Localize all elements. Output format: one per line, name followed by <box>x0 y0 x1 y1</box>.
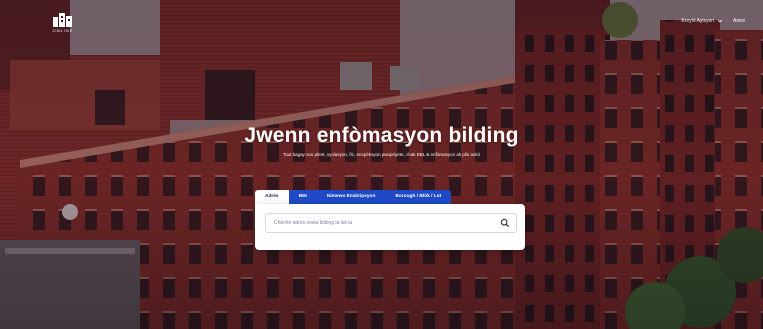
hero-overlay <box>0 0 763 329</box>
language-label: Kreyòl Ayisyen <box>681 18 715 24</box>
tab-address[interactable]: Adrès <box>255 190 289 204</box>
sign-in-link[interactable]: Antre <box>733 18 745 24</box>
tab-registration-number[interactable]: Nimewo Enskripsyon <box>316 190 386 204</box>
tab-borough-block-lot[interactable]: Borough / Blòk / Lot <box>385 190 452 204</box>
logo-subtext: ONLINE <box>52 28 74 33</box>
top-navigation: ONLINE Kreyòl Ayisyen Antre <box>0 0 763 40</box>
search-card <box>255 204 525 250</box>
hero-section: ONLINE Kreyòl Ayisyen Antre Jwenn enfòma… <box>0 0 763 329</box>
site-logo[interactable]: ONLINE <box>46 13 80 35</box>
search-tabs: Adrès BIN Nimewo Enskripsyon Borough / B… <box>255 190 452 204</box>
tab-bin[interactable]: BIN <box>288 190 317 204</box>
search-field <box>265 213 517 233</box>
nav-right: Kreyòl Ayisyen Antre <box>681 18 745 24</box>
magnifier-icon[interactable] <box>500 218 510 228</box>
page-subtitle: Tout bagay sou plent, vyolasyon, fiz, en… <box>282 152 481 157</box>
chevron-down-icon <box>717 19 723 23</box>
building-logo-icon <box>53 13 72 27</box>
language-selector[interactable]: Kreyòl Ayisyen <box>681 18 723 24</box>
page-title: Jwenn enfòmasyon bilding <box>244 124 519 147</box>
search-panel: Adrès BIN Nimewo Enskripsyon Borough / B… <box>255 190 525 250</box>
search-input[interactable] <box>274 214 484 232</box>
